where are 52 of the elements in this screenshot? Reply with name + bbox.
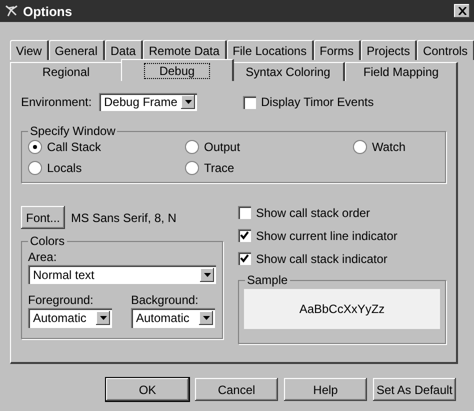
caret-icon (204, 272, 210, 276)
app-icon (5, 4, 19, 18)
radio-button[interactable] (28, 140, 42, 154)
checkbox[interactable] (238, 252, 251, 265)
radio-label: Trace (204, 161, 234, 175)
tab[interactable]: View (10, 40, 49, 60)
radio-label: Call Stack (47, 140, 102, 154)
dialog-button[interactable]: Set As Default (373, 378, 456, 401)
sample-preview: AaBbCcXxYyZz (244, 289, 440, 329)
environment-label: Environment: (21, 95, 93, 109)
tab[interactable]: Field Mapping (345, 62, 458, 81)
tab[interactable]: Forms (314, 40, 361, 60)
radio-label: Output (204, 140, 240, 154)
tab[interactable]: Controls (416, 40, 474, 60)
dialog-button[interactable]: Help (284, 378, 367, 401)
checkbox-label: Show call stack order (256, 206, 370, 220)
checkbox-label: Display Timor Events (261, 95, 374, 109)
group-title: Colors (28, 234, 67, 248)
background-dropdown[interactable]: Automatic (131, 308, 215, 328)
checkbox[interactable] (243, 96, 256, 108)
font-button[interactable]: Font... (21, 206, 65, 229)
tab[interactable]: Syntax Coloring (232, 62, 345, 81)
checkbox-label: Show current line indicator (256, 228, 398, 242)
group-title: Specify Window (28, 124, 118, 138)
tab[interactable]: Projects (360, 40, 417, 60)
radio-label: Locals (47, 161, 82, 175)
window-title: Options (23, 4, 74, 18)
checkbox[interactable] (238, 229, 251, 242)
background-label: Background: (131, 293, 200, 307)
tab[interactable]: Debug (121, 59, 234, 81)
radio-label: Watch (372, 140, 406, 154)
caret-icon (202, 316, 210, 320)
radio-button[interactable] (185, 161, 199, 175)
dialog-button[interactable]: Cancel (195, 378, 278, 401)
radio-button[interactable] (28, 161, 42, 175)
foreground-dropdown[interactable]: Automatic (28, 308, 112, 328)
area-dropdown[interactable]: Normal text (28, 265, 216, 284)
tab[interactable]: General (48, 40, 104, 60)
area-label: Area: (28, 250, 58, 264)
close-button[interactable] (454, 4, 470, 18)
environment-dropdown[interactable]: Debug Frame (99, 93, 197, 111)
checkbox-label: Show call stack indicator (256, 252, 388, 266)
font-description: MS Sans Serif, 8, N (71, 210, 176, 224)
checkbox[interactable] (238, 206, 251, 219)
caret-icon (100, 316, 106, 320)
radio-button[interactable] (353, 140, 367, 154)
radio-button[interactable] (185, 140, 199, 154)
close-icon (458, 7, 466, 15)
foreground-label: Foreground: (28, 293, 94, 307)
caret-icon (184, 100, 192, 104)
group-title: Sample (245, 273, 290, 287)
dialog-button[interactable]: OK (106, 378, 189, 401)
